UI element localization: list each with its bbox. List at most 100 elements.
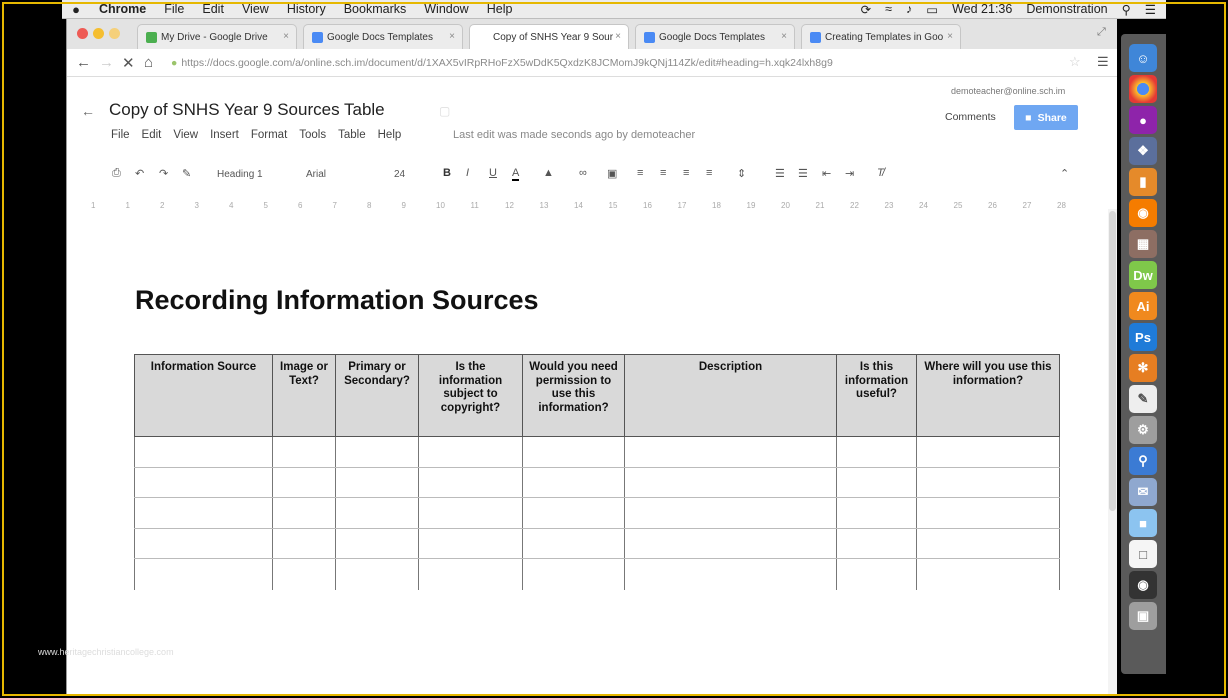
tab-docs-templates-2[interactable]: Google Docs Templates ×: [635, 24, 795, 49]
comments-button[interactable]: Comments: [945, 111, 996, 123]
decrease-indent-icon[interactable]: ⇤: [822, 167, 831, 180]
table-cell[interactable]: [134, 467, 273, 498]
sources-table[interactable]: Information Source Image or Text? Primar…: [134, 354, 1060, 590]
back-to-drive-icon[interactable]: ←: [81, 103, 95, 119]
table-cell[interactable]: [916, 436, 1060, 468]
table-row[interactable]: [134, 528, 1060, 559]
col-permission[interactable]: Would you need permission to use this in…: [522, 354, 625, 437]
last-edit-status[interactable]: Last edit was made seconds ago by demote…: [453, 129, 695, 141]
chrome-menu-icon[interactable]: ☰: [1097, 54, 1109, 70]
table-cell[interactable]: [836, 497, 917, 529]
docs-menu-edit[interactable]: Edit: [142, 129, 162, 141]
table-cell[interactable]: [916, 467, 1060, 498]
close-tab-icon[interactable]: ×: [947, 31, 953, 42]
table-cell[interactable]: [522, 436, 625, 468]
table-cell[interactable]: [418, 436, 523, 468]
docs-menu-view[interactable]: View: [173, 129, 198, 141]
link-icon[interactable]: ∞: [579, 167, 587, 179]
col-primary-or-secondary[interactable]: Primary or Secondary?: [335, 354, 419, 437]
close-tab-icon[interactable]: ×: [449, 31, 455, 42]
dock-cortana-icon[interactable]: ●: [1129, 106, 1157, 134]
close-window-button[interactable]: [77, 28, 88, 39]
italic-button[interactable]: I: [466, 167, 469, 179]
dock-ai-icon[interactable]: Ai: [1129, 292, 1157, 320]
col-description[interactable]: Description: [624, 354, 837, 437]
table-row[interactable]: [134, 497, 1060, 529]
dock-photos-icon[interactable]: ◉: [1129, 571, 1157, 599]
table-cell[interactable]: [335, 497, 419, 529]
volume-icon[interactable]: ♪: [906, 2, 912, 16]
table-cell[interactable]: [134, 558, 273, 590]
print-icon[interactable]: ⎙: [112, 167, 121, 180]
document-page[interactable]: Recording Information Sources Informatio…: [67, 219, 1117, 694]
numbered-list-icon[interactable]: ☰: [775, 167, 785, 180]
close-tab-icon[interactable]: ×: [283, 31, 289, 42]
minimize-window-button[interactable]: [93, 28, 104, 39]
table-cell[interactable]: [335, 528, 419, 559]
redo-icon[interactable]: ↷: [159, 167, 168, 180]
table-cell[interactable]: [272, 436, 336, 468]
bookmark-star-icon[interactable]: ☆: [1069, 54, 1081, 70]
table-cell[interactable]: [836, 558, 917, 590]
document-heading[interactable]: Recording Information Sources: [135, 285, 539, 316]
docs-menu-help[interactable]: Help: [378, 129, 402, 141]
table-cell[interactable]: [272, 497, 336, 529]
align-left-icon[interactable]: ≡: [637, 167, 643, 179]
bold-button[interactable]: B: [443, 167, 451, 179]
table-cell[interactable]: [335, 467, 419, 498]
table-cell[interactable]: [836, 528, 917, 559]
dock-dw-icon[interactable]: Dw: [1129, 261, 1157, 289]
table-cell[interactable]: [134, 436, 273, 468]
font-size-select[interactable]: 24: [394, 169, 405, 180]
table-cell[interactable]: [335, 558, 419, 590]
dock-file-icon[interactable]: □: [1129, 540, 1157, 568]
dock-trash-icon[interactable]: ▣: [1129, 602, 1157, 630]
dock-preview-icon[interactable]: ▦: [1129, 230, 1157, 258]
close-tab-icon[interactable]: ×: [615, 31, 621, 42]
menu-view[interactable]: View: [233, 2, 278, 16]
dock-finder-icon[interactable]: ☺: [1129, 44, 1157, 72]
dock-safari-icon[interactable]: ❖: [1129, 137, 1157, 165]
tab-my-drive[interactable]: My Drive - Google Drive ×: [137, 24, 297, 49]
table-cell[interactable]: [272, 467, 336, 498]
table-cell[interactable]: [916, 528, 1060, 559]
table-cell[interactable]: [836, 467, 917, 498]
font-select[interactable]: Arial: [306, 169, 326, 180]
table-cell[interactable]: [916, 497, 1060, 529]
ruler[interactable]: 1 1 2 3 4 5 6 7 8 9 10 11 12 13 14 15 16 17 18 19 20 21 22 23 24…: [67, 197, 1117, 219]
table-cell[interactable]: [134, 497, 273, 529]
search-icon[interactable]: ⚲: [1122, 2, 1131, 17]
table-cell[interactable]: [624, 528, 837, 559]
home-icon[interactable]: ⌂: [144, 54, 153, 71]
doc-title[interactable]: Copy of SNHS Year 9 Sources Table: [109, 100, 385, 120]
tab-docs-templates[interactable]: Google Docs Templates ×: [303, 24, 463, 49]
menu-file[interactable]: File: [155, 2, 193, 16]
docs-menu-table[interactable]: Table: [338, 129, 366, 141]
col-where-used[interactable]: Where will you use this information?: [916, 354, 1060, 437]
col-useful[interactable]: Is this information useful?: [836, 354, 917, 437]
scrollbar-thumb[interactable]: [1109, 211, 1116, 511]
docs-menu-file[interactable]: File: [111, 129, 130, 141]
justify-icon[interactable]: ≡: [706, 167, 712, 179]
dock-blender-icon[interactable]: ✻: [1129, 354, 1157, 382]
undo-icon[interactable]: ↶: [135, 167, 144, 180]
share-button[interactable]: ■ Share: [1014, 105, 1078, 130]
table-row[interactable]: [134, 558, 1060, 590]
table-cell[interactable]: [522, 528, 625, 559]
fullscreen-icon[interactable]: ⤢: [1097, 26, 1106, 39]
docs-menu-tools[interactable]: Tools: [299, 129, 326, 141]
dock-mail-icon[interactable]: ✉: [1129, 478, 1157, 506]
table-cell[interactable]: [624, 558, 837, 590]
menu-chrome[interactable]: Chrome: [90, 2, 155, 16]
zoom-window-button[interactable]: [109, 28, 120, 39]
table-cell[interactable]: [418, 528, 523, 559]
table-row[interactable]: [134, 436, 1060, 468]
table-cell[interactable]: [522, 467, 625, 498]
menu-help[interactable]: Help: [478, 2, 522, 16]
apple-icon[interactable]: ●: [62, 2, 90, 17]
sync-icon[interactable]: ⟳: [861, 2, 871, 17]
address-bar[interactable]: ● https://docs.google.com/a/online.sch.i…: [171, 54, 1091, 72]
col-copyright[interactable]: Is the information subject to copyright?: [418, 354, 523, 437]
wifi-icon[interactable]: ≈: [885, 2, 892, 16]
stop-loading-icon[interactable]: ✕: [122, 54, 135, 72]
